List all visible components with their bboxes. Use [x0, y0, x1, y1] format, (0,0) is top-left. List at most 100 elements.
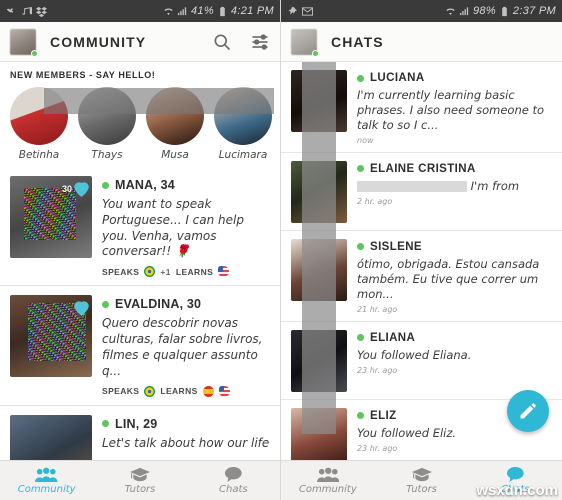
member-bio: You want to speak Portuguese... I can he… — [102, 197, 244, 259]
list-item-label: Betinha — [18, 149, 60, 161]
app-bar-community: COMMUNITY — [0, 22, 280, 62]
avatar[interactable] — [291, 28, 319, 57]
brazil-flag-icon — [144, 266, 156, 278]
chat-timestamp: 23 hr. ago — [357, 365, 398, 375]
chat-preview: You followed Eliana. — [357, 347, 472, 362]
graduation-cap-icon — [375, 467, 469, 483]
chat-timestamp: now — [357, 135, 374, 145]
member-photo — [10, 295, 92, 378]
battery-percent-left: 41% — [191, 5, 214, 17]
redacted-text — [357, 180, 467, 192]
nav-item-chats[interactable]: Chats — [187, 467, 280, 495]
member-card[interactable]: 30 MANA, 34 You want to speak Portuguese… — [0, 167, 280, 287]
online-indicator — [102, 420, 109, 428]
chat-preview-text: I'm from — [470, 178, 520, 193]
chat-header: LUCIANA — [357, 72, 552, 84]
chat-preview: I'm from — [357, 179, 552, 194]
community-body[interactable]: NEW MEMBERS - SAY HELLO! Betinha Thays M… — [0, 62, 280, 500]
member-languages: SPEAKS +1 LEARNS — [102, 266, 270, 278]
nav-label: Tutors — [124, 483, 156, 495]
compose-button[interactable] — [507, 390, 549, 432]
status-bar-system-icons: 41% 4:21 PM — [163, 5, 274, 17]
list-item-label: Thays — [91, 149, 123, 161]
birds-icon — [6, 6, 17, 17]
online-indicator — [357, 74, 364, 82]
clock-right: 2:37 PM — [512, 5, 556, 17]
learns-label: LEARNS — [175, 266, 214, 277]
new-members-section: NEW MEMBERS - SAY HELLO! Betinha Thays M… — [0, 62, 280, 167]
people-icon — [281, 467, 375, 483]
nav-label: Community — [298, 483, 357, 495]
chat-name: ELIZ — [370, 409, 397, 422]
heart-pin-icon — [74, 180, 89, 197]
online-indicator — [31, 49, 38, 57]
status-bar-notification-icons — [6, 6, 47, 17]
chat-preview: I'm currently learning basic phrases. I … — [357, 88, 545, 132]
signal-icon — [177, 6, 188, 17]
member-name: EVALDINA, 30 — [115, 297, 202, 312]
page-title: CHATS — [331, 33, 384, 50]
status-badge: 30 — [62, 180, 89, 197]
list-item-label: Lucimara — [218, 149, 268, 161]
dropbox-icon — [36, 6, 47, 17]
dual-screenshot: 41% 4:21 PM COMMUNITY NEW MEMBERS - SAY … — [0, 0, 562, 500]
heart-pin-icon — [74, 299, 89, 317]
nav-item-tutors[interactable]: Tutors — [93, 467, 186, 495]
chat-name: LUCIANA — [370, 72, 425, 84]
speaks-extra-count: +1 — [160, 266, 171, 277]
search-icon[interactable] — [212, 32, 232, 52]
chat-timestamp: 2 hr. ago — [357, 196, 393, 206]
chat-header: ELIANA — [357, 332, 552, 344]
privacy-censor-bar — [44, 88, 274, 114]
nav-label: Tutors — [406, 483, 437, 495]
status-bar-left: 41% 4:21 PM — [0, 0, 280, 22]
chat-name: ELAINE CRISTINA — [370, 162, 476, 175]
pin-icon — [287, 6, 298, 17]
speech-bubble-icon — [468, 467, 562, 483]
usa-flag-icon — [218, 385, 230, 397]
chat-content: ELIANA You followed Eliana. 23 hr. ago — [357, 330, 552, 392]
chats-body[interactable]: LUCIANA I'm currently learning basic phr… — [281, 62, 562, 500]
chat-name: SISLENE — [370, 240, 423, 253]
battery-icon — [217, 6, 228, 17]
member-header: EVALDINA, 30 — [102, 297, 270, 311]
member-languages: SPEAKS LEARNS — [102, 385, 270, 397]
nav-item-community[interactable]: Community — [0, 467, 93, 495]
member-name: MANA, 34 — [115, 178, 175, 192]
speech-bubble-icon — [187, 467, 280, 483]
community-screen: 41% 4:21 PM COMMUNITY NEW MEMBERS - SAY … — [0, 0, 281, 500]
chat-content: ELAINE CRISTINA I'm from 2 hr. ago — [357, 161, 552, 223]
chat-timestamp: 21 hr. ago — [357, 304, 398, 314]
bottom-navigation-left: Community Tutors Chats — [0, 460, 280, 500]
online-indicator — [357, 412, 364, 420]
speaks-label: SPEAKS — [102, 266, 140, 277]
mail-icon — [302, 6, 313, 17]
wifi-icon — [445, 6, 456, 17]
member-info: MANA, 34 You want to speak Portuguese...… — [102, 176, 270, 278]
nav-label: Chats — [219, 483, 248, 495]
wifi-icon — [163, 6, 174, 17]
pencil-icon — [518, 401, 538, 421]
online-indicator — [357, 165, 364, 173]
brazil-flag-icon — [144, 385, 156, 397]
status-badge — [72, 299, 89, 317]
page-title: COMMUNITY — [50, 33, 147, 50]
member-photo: 30 — [10, 176, 92, 258]
chat-content: LUCIANA I'm currently learning basic phr… — [357, 70, 552, 145]
graduation-cap-icon — [93, 467, 186, 483]
nav-item-tutors[interactable]: Tutors — [375, 467, 469, 495]
watermark: wsxdn.com — [476, 482, 558, 499]
badge-count: 30 — [61, 183, 72, 194]
filter-icon[interactable] — [250, 32, 270, 52]
chat-header: SISLENE — [357, 241, 552, 253]
list-item-label: Musa — [161, 149, 189, 161]
signal-icon — [459, 6, 470, 17]
avatar[interactable] — [10, 28, 38, 57]
online-indicator — [102, 181, 109, 189]
nav-item-community[interactable]: Community — [281, 467, 375, 495]
battery-icon — [499, 6, 510, 17]
member-bio: Let's talk about how our life — [102, 435, 270, 450]
member-header: LIN, 29 — [102, 417, 270, 431]
member-card[interactable]: EVALDINA, 30 Quero descobrir novas cultu… — [0, 286, 280, 406]
online-indicator — [357, 334, 364, 342]
